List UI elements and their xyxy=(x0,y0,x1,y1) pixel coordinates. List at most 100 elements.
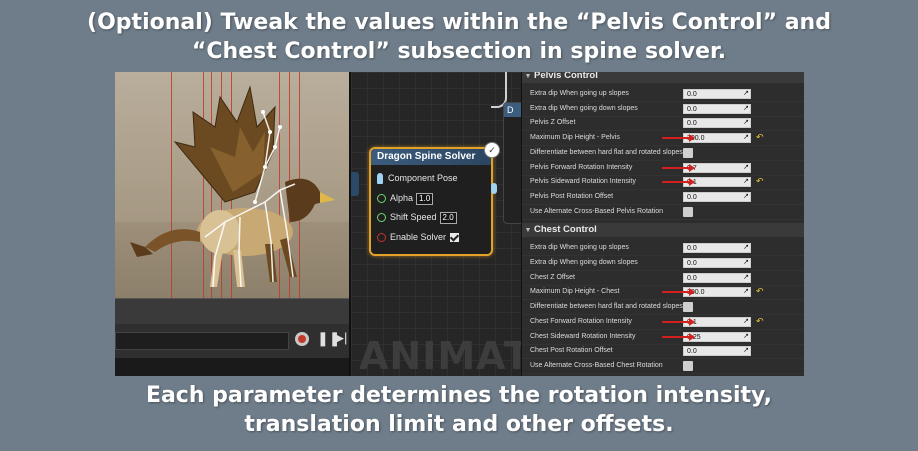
property-label: Pelvis Forward Rotation Intensity xyxy=(530,163,633,171)
reset-to-default-icon[interactable]: ↶ xyxy=(756,176,764,187)
property-checkbox[interactable] xyxy=(683,206,693,217)
property-row: Pelvis Forward Rotation Intensity0.7 xyxy=(522,161,804,176)
enable-solver-pin[interactable]: Enable Solver xyxy=(377,232,460,243)
property-row: Use Alternate Cross-Based Pelvis Rotatio… xyxy=(522,205,804,220)
play-step-icon[interactable]: ▶| xyxy=(334,330,347,346)
property-value-field[interactable]: 0.0 xyxy=(683,243,751,254)
property-label: Pelvis Sideward Rotation Intensity xyxy=(530,178,636,186)
shift-speed-value[interactable]: 2.0 xyxy=(439,212,457,224)
property-checkbox[interactable] xyxy=(683,302,693,313)
viewport-bottom-strip xyxy=(115,358,349,376)
property-row: Maximum Dip Height - Chest300.0↶ xyxy=(522,285,804,301)
property-label: Extra dip When going down slopes xyxy=(530,104,638,112)
caption-top-line1: (Optional) Tweak the values within the “… xyxy=(87,10,831,35)
alpha-label: Alpha xyxy=(390,193,414,203)
reset-to-default-icon[interactable]: ↶ xyxy=(756,132,764,143)
property-row: Pelvis Z Offset 0.0 xyxy=(522,116,804,132)
property-value-field[interactable]: 0.0 xyxy=(683,272,751,283)
collapse-arrow-icon[interactable]: ▼ xyxy=(522,224,534,238)
property-row: Extra dip When going down slopes 0.0 xyxy=(522,102,804,117)
griffin-character xyxy=(130,85,335,288)
annotation-arrow-icon xyxy=(662,317,695,326)
collapse-arrow-icon[interactable]: ▼ xyxy=(522,72,534,84)
property-row: Maximum Dip Height - Pelvis300.0↶ xyxy=(522,131,804,147)
property-row: Extra dip When going up slopes 0.0 xyxy=(522,87,804,102)
property-row: Chest Forward Rotation Intensity0.1↶ xyxy=(522,315,804,330)
shift-speed-pin[interactable]: Shift Speed 2.0 xyxy=(377,212,457,224)
category-title: Chest Control xyxy=(534,224,597,236)
dragon-spine-solver-node[interactable]: Dragon Spine Solver Component Pose Alpha… xyxy=(369,147,497,256)
property-label: Extra dip When going up slopes xyxy=(530,90,629,97)
property-checkbox[interactable] xyxy=(683,360,693,371)
property-value-field[interactable]: 0.0 xyxy=(683,191,751,202)
alpha-pin[interactable]: Alpha 1.0 xyxy=(377,193,434,205)
viewport-status-bar xyxy=(115,298,349,325)
property-row: Differentiate between hard flat and rota… xyxy=(522,146,804,161)
node-info-icon[interactable]: ✓ xyxy=(484,142,500,158)
viewport-scene[interactable] xyxy=(115,72,349,298)
property-label: Maximum Dip Height - Chest xyxy=(530,288,620,296)
property-label: Use Alternate Cross-Based Pelvis Rotatio… xyxy=(530,207,664,215)
property-label: Differentiate between hard flat and rota… xyxy=(530,303,683,311)
caption-bottom: Each parameter determines the rotation i… xyxy=(0,381,918,439)
property-label: Chest Post Rotation Offset xyxy=(530,347,613,355)
alpha-value[interactable]: 1.0 xyxy=(416,193,434,205)
property-value-field[interactable]: 0.0 xyxy=(683,103,751,114)
property-label: Extra dip When going down slopes xyxy=(530,259,638,266)
pose-icon xyxy=(377,173,383,185)
playback-controls: ❚❚ ▶| xyxy=(115,324,349,358)
property-label: Chest Forward Rotation Intensity xyxy=(530,317,632,325)
property-value-field[interactable]: 0.0 xyxy=(683,118,751,129)
property-row: Pelvis Post Rotation Offset 0.0 xyxy=(522,190,804,205)
shift-speed-label: Shift Speed xyxy=(390,212,437,222)
input-node-stub[interactable] xyxy=(351,172,359,196)
category-pelvis[interactable]: ▼ Pelvis Control xyxy=(522,72,804,83)
editor-screenshot: ❚❚ ▶| ANIMATI D Dragon Spine Solver Comp… xyxy=(115,72,804,376)
property-label: Use Alternate Cross-Based Chest Rotation xyxy=(530,361,663,369)
property-row: Use Alternate Cross-Based Chest Rotation xyxy=(522,359,804,374)
property-label: Extra dip When going up slopes xyxy=(530,244,629,252)
property-label: Differentiate between hard flat and rota… xyxy=(530,148,683,156)
property-row: Chest Z Offset 0.0 xyxy=(522,271,804,286)
pose-output-pin[interactable] xyxy=(491,183,497,194)
property-row: Pelvis Sideward Rotation Intensity0.1↶ xyxy=(522,175,804,191)
alpha-pin-icon xyxy=(377,194,386,204)
caption-top: (Optional) Tweak the values within the “… xyxy=(0,8,918,66)
property-value-field[interactable]: 0.0 xyxy=(683,89,751,99)
property-label: Pelvis Post Rotation Offset xyxy=(530,192,614,200)
enable-solver-pin-icon xyxy=(377,233,386,243)
property-label: Chest Z Offset xyxy=(530,273,575,281)
component-pose-pin[interactable]: Component Pose xyxy=(377,173,458,185)
enable-solver-label: Enable Solver xyxy=(390,232,447,242)
property-value-field[interactable]: 0.0 xyxy=(683,346,751,357)
anim-graph-panel[interactable]: ANIMATI D Dragon Spine Solver Component … xyxy=(349,72,523,376)
category-title: Pelvis Control xyxy=(534,72,598,81)
reset-to-default-icon[interactable]: ↶ xyxy=(756,316,764,327)
reset-to-default-icon[interactable]: ↶ xyxy=(756,286,764,297)
caption-top-line2: “Chest Control” subsection in spine solv… xyxy=(191,39,727,64)
property-label: Chest Sideward Rotation Intensity xyxy=(530,332,636,340)
timeline-track[interactable] xyxy=(115,332,289,350)
annotation-arrow-icon xyxy=(662,163,695,172)
output-node-stub[interactable]: D xyxy=(503,102,523,224)
shift-speed-pin-icon xyxy=(377,213,386,223)
category-chest[interactable]: ▼ Chest Control xyxy=(522,223,804,238)
viewport-panel[interactable]: ❚❚ ▶| xyxy=(115,72,349,376)
annotation-arrow-icon xyxy=(662,288,695,297)
node-title: Dragon Spine Solver xyxy=(371,149,491,165)
property-label: Maximum Dip Height - Pelvis xyxy=(530,134,620,142)
property-value-field[interactable]: 0.0 xyxy=(683,258,751,268)
caption-bottom-line2: translation limit and other offsets. xyxy=(244,412,674,437)
enable-solver-checkbox[interactable] xyxy=(450,233,460,243)
graph-watermark: ANIMATI xyxy=(359,334,523,376)
annotation-arrow-icon xyxy=(662,134,695,143)
property-row: Chest Post Rotation Offset 0.0 xyxy=(522,344,804,360)
property-checkbox[interactable] xyxy=(683,147,693,158)
property-label: Pelvis Z Offset xyxy=(530,119,576,127)
caption-bottom-line1: Each parameter determines the rotation i… xyxy=(145,383,773,408)
annotation-arrow-icon xyxy=(662,178,695,187)
record-button[interactable] xyxy=(295,332,309,346)
property-row: Extra dip When going down slopes 0.0 xyxy=(522,256,804,271)
details-panel[interactable]: ▼ Pelvis Control Extra dip When going up s… xyxy=(521,72,804,376)
property-row: Differentiate between hard flat and rota… xyxy=(522,300,804,316)
